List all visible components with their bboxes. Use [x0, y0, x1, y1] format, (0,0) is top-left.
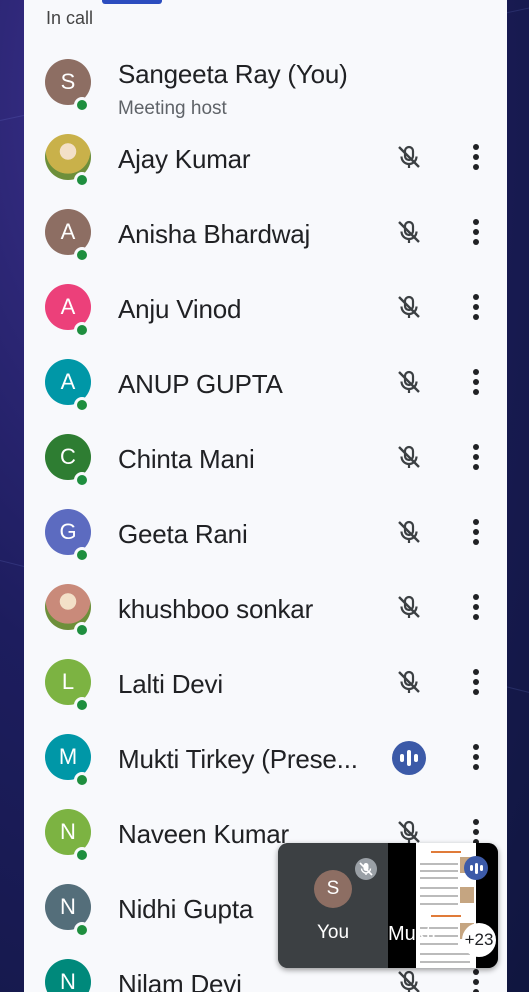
participant-row[interactable]: A ANUP GUPTA: [24, 345, 507, 420]
speaking-indicator-icon: [392, 741, 426, 775]
pip-self-tile: S You: [278, 843, 388, 968]
more-options-icon[interactable]: [464, 442, 488, 474]
participant-row[interactable]: khushboo sonkar: [24, 570, 507, 645]
participant-name: Anju Vinod: [118, 294, 242, 324]
more-options-icon[interactable]: [464, 592, 488, 624]
participant-row[interactable]: A Anju Vinod: [24, 270, 507, 345]
online-status-dot: [74, 622, 90, 638]
participant-name: ANUP GUPTA: [118, 369, 283, 399]
more-options-icon[interactable]: [464, 142, 488, 174]
participant-name: Geeta Rani: [118, 519, 248, 549]
participant-row[interactable]: S Sangeeta Ray (You) Meeting host: [24, 45, 507, 120]
more-options-icon[interactable]: [464, 517, 488, 549]
participant-name: Chinta Mani: [118, 444, 255, 474]
participant-name: Nidhi Gupta: [118, 894, 254, 924]
mic-off-icon: [394, 442, 424, 472]
online-status-dot: [74, 697, 90, 713]
online-status-dot: [74, 922, 90, 938]
online-status-dot: [74, 247, 90, 263]
online-status-dot: [74, 772, 90, 788]
more-options-icon[interactable]: [464, 217, 488, 249]
more-options-icon[interactable]: [464, 367, 488, 399]
participant-name: Nilam Devi: [118, 969, 242, 992]
mic-off-icon: [394, 517, 424, 547]
mic-off-icon: [394, 667, 424, 697]
online-status-dot: [74, 547, 90, 563]
pip-self-avatar: S: [314, 870, 352, 908]
online-status-dot: [74, 97, 90, 113]
tab-indicator: [102, 0, 162, 4]
mic-off-icon: [394, 967, 424, 992]
more-options-icon[interactable]: [464, 292, 488, 324]
mic-off-icon: [394, 367, 424, 397]
mic-off-icon: [355, 858, 377, 880]
mic-off-icon: [394, 592, 424, 622]
participant-name: Sangeeta Ray (You): [118, 59, 348, 89]
more-participants-badge[interactable]: +23: [462, 923, 496, 957]
pip-presenter-name: Mukti: [388, 923, 436, 945]
pip-self-label: You: [316, 922, 350, 943]
section-label-in-call: In call: [46, 8, 94, 28]
more-options-icon[interactable]: [464, 742, 488, 774]
online-status-dot: [74, 172, 90, 188]
mic-off-icon: [394, 142, 424, 172]
speaking-indicator-icon: [464, 856, 488, 880]
participant-row[interactable]: L Lalti Devi: [24, 645, 507, 720]
participant-role: Meeting host: [118, 98, 227, 119]
pip-presenter-tile: Mukti +23: [388, 843, 498, 968]
participant-row[interactable]: C Chinta Mani: [24, 420, 507, 495]
participant-name: Anisha Bhardwaj: [118, 219, 311, 249]
online-status-dot: [74, 472, 90, 488]
picture-in-picture-window[interactable]: S You Mukti +23: [278, 843, 498, 968]
online-status-dot: [74, 847, 90, 863]
more-options-icon[interactable]: [464, 967, 488, 992]
participant-name: Ajay Kumar: [118, 144, 251, 174]
mic-off-icon: [394, 292, 424, 322]
online-status-dot: [74, 322, 90, 338]
avatar: N: [45, 959, 91, 992]
more-options-icon[interactable]: [464, 667, 488, 699]
mic-off-icon: [394, 217, 424, 247]
participant-row[interactable]: A Anisha Bhardwaj: [24, 195, 507, 270]
participant-row[interactable]: M Mukti Tirkey (Prese...: [24, 720, 507, 795]
participant-name: Lalti Devi: [118, 669, 223, 699]
participant-row[interactable]: Ajay Kumar: [24, 120, 507, 195]
participant-name: Mukti Tirkey (Prese...: [118, 744, 358, 774]
participant-name: Naveen Kumar: [118, 819, 290, 849]
participant-row[interactable]: G Geeta Rani: [24, 495, 507, 570]
online-status-dot: [74, 397, 90, 413]
participant-name: khushboo sonkar: [118, 594, 314, 624]
